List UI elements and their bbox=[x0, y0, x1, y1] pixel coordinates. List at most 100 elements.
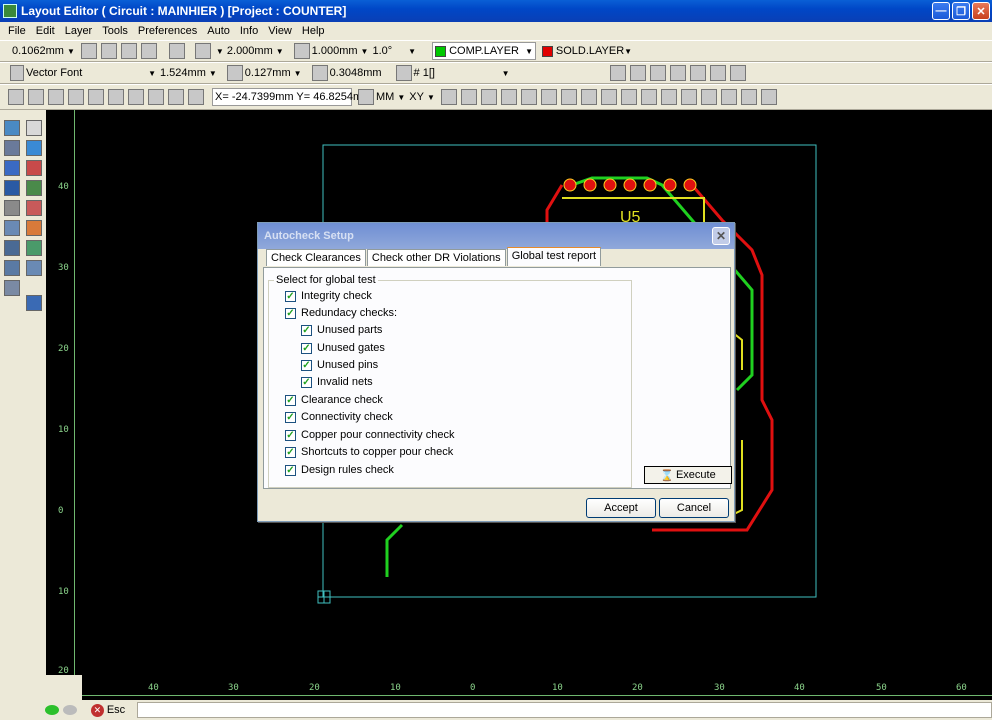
bom-icon[interactable] bbox=[720, 89, 737, 105]
grid-size-select[interactable]: ▼ 2.000mm ▼ bbox=[213, 42, 284, 60]
place-icon[interactable] bbox=[520, 89, 537, 105]
line-width-select[interactable]: 0.127mm ▼ bbox=[245, 64, 302, 82]
select-icon[interactable] bbox=[4, 120, 20, 136]
tab-check-other-dr-violations[interactable]: Check other DR Violations bbox=[366, 249, 506, 266]
zoom-out-icon[interactable] bbox=[100, 43, 117, 59]
query-icon[interactable] bbox=[26, 260, 42, 276]
execute-button[interactable]: ⌛ Execute bbox=[644, 466, 732, 484]
text-tool-icon[interactable] bbox=[48, 89, 64, 105]
measure-icon[interactable] bbox=[358, 89, 374, 105]
unused-parts-checkbox[interactable]: ✓ Unused parts bbox=[301, 324, 382, 336]
rect-tool-icon[interactable] bbox=[88, 89, 104, 105]
fill-tool-icon[interactable] bbox=[128, 89, 144, 105]
font-icon[interactable] bbox=[10, 65, 24, 81]
align-right-icon[interactable] bbox=[669, 65, 686, 81]
tab-global-test-report[interactable]: Global test report bbox=[506, 247, 602, 266]
move-icon[interactable] bbox=[540, 89, 557, 105]
angle-select[interactable]: 1.0° ▼ bbox=[372, 42, 416, 60]
unused-pins-checkbox[interactable]: ✓ Unused pins bbox=[301, 359, 378, 371]
cancel-button[interactable]: Cancel bbox=[659, 498, 729, 518]
zoom-fit-icon[interactable] bbox=[740, 89, 757, 105]
via-icon[interactable] bbox=[26, 180, 42, 196]
swap-icon[interactable] bbox=[4, 260, 20, 276]
copy-icon[interactable] bbox=[4, 200, 20, 216]
distribute-icon[interactable] bbox=[689, 65, 706, 81]
route-icon[interactable] bbox=[600, 89, 617, 105]
menu-help[interactable]: Help bbox=[297, 25, 330, 37]
grid-icon[interactable] bbox=[194, 43, 211, 59]
menu-preferences[interactable]: Preferences bbox=[133, 25, 202, 37]
align-left-icon[interactable] bbox=[629, 65, 646, 81]
sold-layer-select[interactable]: SOLD.LAYER ▼ bbox=[540, 42, 632, 60]
close-button[interactable]: ✕ bbox=[972, 2, 990, 20]
report-icon[interactable] bbox=[580, 89, 597, 105]
units-select[interactable]: MM ▼ bbox=[376, 88, 405, 106]
color-icon[interactable] bbox=[460, 89, 477, 105]
shortcuts-copper-pour-checkbox[interactable]: ✓ Shortcuts to copper pour check bbox=[285, 446, 453, 458]
dialog-close-button[interactable]: ✕ bbox=[712, 227, 730, 245]
copper-pour-connectivity-checkbox[interactable]: ✓ Copper pour connectivity check bbox=[285, 429, 454, 441]
spacing-icon[interactable] bbox=[311, 65, 328, 81]
pan-icon[interactable] bbox=[26, 295, 42, 311]
text-icon[interactable] bbox=[26, 240, 42, 256]
track-icon[interactable] bbox=[26, 160, 42, 176]
pour-tool-icon[interactable] bbox=[168, 89, 184, 105]
snap-icon[interactable] bbox=[293, 43, 310, 59]
net-select[interactable]: # 1[] ▼ bbox=[414, 64, 510, 82]
redundancy-checks-checkbox[interactable]: ✓ Redundacy checks: bbox=[285, 307, 397, 319]
net-icon[interactable] bbox=[395, 65, 412, 81]
pad-icon[interactable] bbox=[26, 200, 42, 216]
restore-button[interactable]: ❐ bbox=[952, 2, 970, 20]
unused-gates-checkbox[interactable]: ✓ Unused gates bbox=[301, 342, 385, 354]
settings-icon[interactable] bbox=[760, 89, 777, 105]
minimize-button[interactable]: — bbox=[932, 2, 950, 20]
help-icon[interactable] bbox=[4, 280, 20, 296]
layers-icon[interactable] bbox=[440, 89, 457, 105]
snap-select[interactable]: 1.000mm ▼ bbox=[312, 42, 369, 60]
zoom-all-icon[interactable] bbox=[120, 43, 137, 59]
menu-file[interactable]: File bbox=[3, 25, 31, 37]
clearance-check-checkbox[interactable]: ✓ Clearance check bbox=[285, 394, 383, 406]
drc-icon[interactable] bbox=[640, 89, 657, 105]
xy-select[interactable]: XY ▼ bbox=[409, 88, 435, 106]
grid-step-select[interactable]: 0.1062mm ▼ bbox=[12, 42, 75, 60]
ratsnest-icon[interactable] bbox=[620, 89, 637, 105]
menu-edit[interactable]: Edit bbox=[31, 25, 60, 37]
align-top-icon[interactable] bbox=[709, 65, 726, 81]
font-select[interactable]: Vector Font ▼ bbox=[26, 64, 156, 82]
align-icon[interactable] bbox=[609, 65, 626, 81]
component-tool-icon[interactable] bbox=[148, 89, 164, 105]
menu-view[interactable]: View bbox=[263, 25, 297, 37]
align-center-icon[interactable] bbox=[649, 65, 666, 81]
integrity-check-checkbox[interactable]: ✓ Integrity check bbox=[285, 290, 372, 302]
tab-check-clearances[interactable]: Check Clearances bbox=[266, 249, 366, 266]
rotate-icon[interactable] bbox=[4, 240, 20, 256]
line-width-icon[interactable] bbox=[226, 65, 243, 81]
menu-info[interactable]: Info bbox=[235, 25, 263, 37]
menu-layer[interactable]: Layer bbox=[60, 25, 98, 37]
design-rules-check-checkbox[interactable]: ✓ Design rules check bbox=[285, 464, 394, 476]
drill-icon[interactable] bbox=[680, 89, 697, 105]
copper-tool-icon[interactable] bbox=[108, 89, 124, 105]
spacing-select[interactable]: 0.3048mm bbox=[330, 64, 382, 82]
wire-tool-icon[interactable] bbox=[28, 89, 44, 105]
netlist-icon[interactable] bbox=[500, 89, 517, 105]
probe-tool-icon[interactable] bbox=[188, 89, 204, 105]
accept-button[interactable]: Accept bbox=[586, 498, 656, 518]
pointer-icon[interactable] bbox=[26, 120, 42, 136]
mirror-icon[interactable] bbox=[4, 220, 20, 236]
menu-tools[interactable]: Tools bbox=[97, 25, 133, 37]
pad-tool-icon[interactable] bbox=[68, 89, 84, 105]
esc-button[interactable]: ✕ Esc bbox=[90, 703, 125, 717]
arc-icon[interactable] bbox=[26, 220, 42, 236]
select-tool-icon[interactable] bbox=[8, 89, 24, 105]
group-icon[interactable] bbox=[4, 140, 20, 156]
zoom-in-icon[interactable] bbox=[80, 43, 97, 59]
delete-icon[interactable] bbox=[4, 180, 20, 196]
refresh-icon[interactable] bbox=[168, 43, 185, 59]
gerber-icon[interactable] bbox=[660, 89, 677, 105]
connectivity-check-checkbox[interactable]: ✓ Connectivity check bbox=[285, 411, 393, 423]
align-bottom-icon[interactable] bbox=[729, 65, 746, 81]
target-icon[interactable] bbox=[480, 89, 497, 105]
print-icon[interactable] bbox=[700, 89, 717, 105]
